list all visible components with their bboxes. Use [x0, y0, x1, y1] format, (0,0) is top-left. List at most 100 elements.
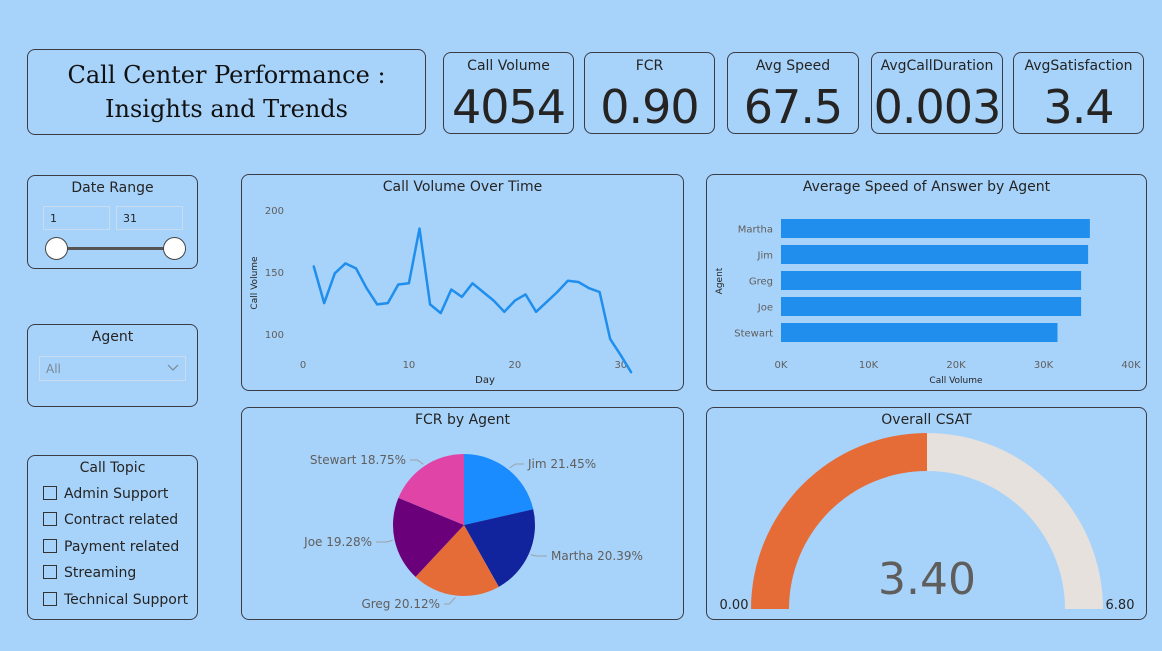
data-point[interactable] [503, 311, 506, 313]
date-slider-end-handle[interactable] [163, 237, 186, 260]
slice-label: Joe 19.28% [303, 535, 372, 549]
gauge-value-label: 3.40 [878, 554, 976, 605]
category-label: Martha [738, 225, 773, 236]
checkbox[interactable] [43, 486, 57, 500]
leader-line [410, 459, 424, 465]
kpi-label: Avg Speed [755, 58, 831, 74]
y-tick-label: 150 [265, 268, 284, 279]
kpi-avg-speed: Avg Speed 67.5 [727, 52, 859, 134]
data-point[interactable] [567, 279, 569, 282]
x-tick-label: 10 [403, 360, 416, 371]
agent-dropdown[interactable]: All [39, 356, 186, 381]
line-chart-svg: Call Volume Day 0 10 20 30100150200 [250, 206, 633, 386]
overall-csat-gauge[interactable]: Overall CSAT 3.40 0.00 6.80 [706, 407, 1147, 620]
kpi-value: 4054 [451, 80, 566, 134]
data-point[interactable] [609, 338, 612, 340]
kpi-label: Call Volume [467, 58, 550, 74]
topic-option-streaming[interactable]: Streaming [43, 565, 136, 585]
kpi-value: 3.4 [1043, 80, 1114, 134]
agent-slicer-title: Agent [91, 329, 134, 345]
data-point[interactable] [333, 272, 336, 275]
data-point[interactable] [439, 312, 442, 314]
slice-label: Jim 21.45% [527, 457, 596, 471]
data-point[interactable] [344, 262, 347, 265]
data-point[interactable] [471, 282, 474, 285]
dashboard-title-card: Call Center Performance : Insights and T… [27, 49, 426, 135]
call-topic-title: Call Topic [79, 460, 146, 476]
data-point[interactable] [588, 287, 590, 290]
slice-label: Stewart 18.75% [310, 453, 406, 467]
leader-line [530, 554, 547, 557]
data-point[interactable] [461, 296, 463, 298]
topic-option-technical-support[interactable]: Technical Support [43, 592, 188, 612]
gauge-svg: 3.40 0.00 6.80 [720, 433, 1134, 613]
data-point[interactable] [408, 282, 410, 285]
x-tick-label: 20 [509, 360, 522, 371]
checkbox[interactable] [43, 512, 57, 526]
category-label: Jim [757, 251, 773, 262]
checkbox[interactable] [43, 592, 57, 606]
y-axis-label: Call Volume [250, 256, 260, 310]
avg-speed-by-agent-chart[interactable]: Average Speed of Answer by Agent Agent C… [706, 174, 1147, 391]
topic-label: Payment related [64, 539, 180, 555]
kpi-label: AvgCallDuration [880, 58, 994, 74]
topic-label: Admin Support [64, 486, 169, 502]
data-point[interactable] [355, 267, 357, 270]
bar[interactable] [781, 245, 1089, 264]
data-point[interactable] [482, 291, 484, 293]
checkbox[interactable] [43, 539, 57, 553]
data-point[interactable] [323, 302, 325, 304]
x-axis-label: Day [475, 375, 495, 386]
bar[interactable] [781, 297, 1082, 316]
data-point[interactable] [450, 288, 453, 291]
agent-slicer: Agent All [27, 324, 198, 407]
kpi-value: 67.5 [743, 80, 843, 134]
data-point[interactable] [556, 291, 559, 293]
data-point[interactable] [492, 299, 495, 302]
data-point[interactable] [577, 281, 580, 283]
data-point[interactable] [598, 291, 601, 293]
data-point[interactable] [630, 371, 633, 374]
call-volume-over-time-chart[interactable]: Call Volume Over Time Call Volume Day 01… [241, 174, 684, 391]
data-point[interactable] [514, 299, 516, 302]
date-slider-track[interactable] [56, 247, 176, 250]
date-slider-start-handle[interactable] [45, 237, 68, 260]
bar[interactable] [781, 323, 1058, 342]
topic-option-admin-support[interactable]: Admin Support [43, 486, 168, 506]
slice-label: Greg 20.12% [361, 597, 440, 611]
kpi-label: FCR [635, 58, 664, 74]
call-topic-slicer: Call Topic Admin Support Contract relate… [27, 455, 198, 620]
date-start-input[interactable]: 1 [43, 206, 110, 230]
data-point[interactable] [312, 265, 315, 267]
bar[interactable] [781, 271, 1082, 290]
agent-dropdown-value: All [46, 362, 61, 376]
data-point[interactable] [545, 301, 548, 303]
data-point[interactable] [535, 311, 537, 313]
kpi-value: 0.90 [600, 80, 699, 134]
date-end-input[interactable]: 31 [116, 206, 183, 230]
data-point[interactable] [397, 283, 400, 286]
x-tick-label: 30K [1034, 360, 1054, 371]
data-point[interactable] [365, 287, 368, 290]
data-point[interactable] [429, 303, 431, 306]
series-line[interactable] [312, 227, 633, 374]
data-point[interactable] [386, 302, 389, 304]
x-axis-label: Call Volume [929, 376, 983, 386]
title-line-2: Insights and Trends [105, 95, 348, 123]
checkbox[interactable] [43, 565, 57, 579]
category-label: Joe [757, 303, 773, 314]
x-tick-label: 20K [946, 360, 966, 371]
kpi-label: AvgSatisfaction [1024, 58, 1133, 74]
y-tick-label: 100 [265, 330, 284, 341]
topic-option-payment-related[interactable]: Payment related [43, 539, 179, 559]
fcr-by-agent-chart[interactable]: FCR by Agent Jim 21.45% Martha 20.39% Greg… [241, 407, 684, 620]
bar[interactable] [781, 219, 1090, 238]
x-tick-label: 40K [1121, 360, 1141, 371]
data-point[interactable] [620, 354, 622, 357]
y-tick-label: 200 [265, 206, 284, 217]
data-point[interactable] [418, 227, 421, 230]
topic-option-contract-related[interactable]: Contract related [43, 512, 178, 532]
data-point[interactable] [524, 293, 527, 296]
pie-chart-svg: Jim 21.45% Martha 20.39% Greg 20.12% Joe 19… [303, 453, 643, 611]
data-point[interactable] [376, 303, 378, 306]
